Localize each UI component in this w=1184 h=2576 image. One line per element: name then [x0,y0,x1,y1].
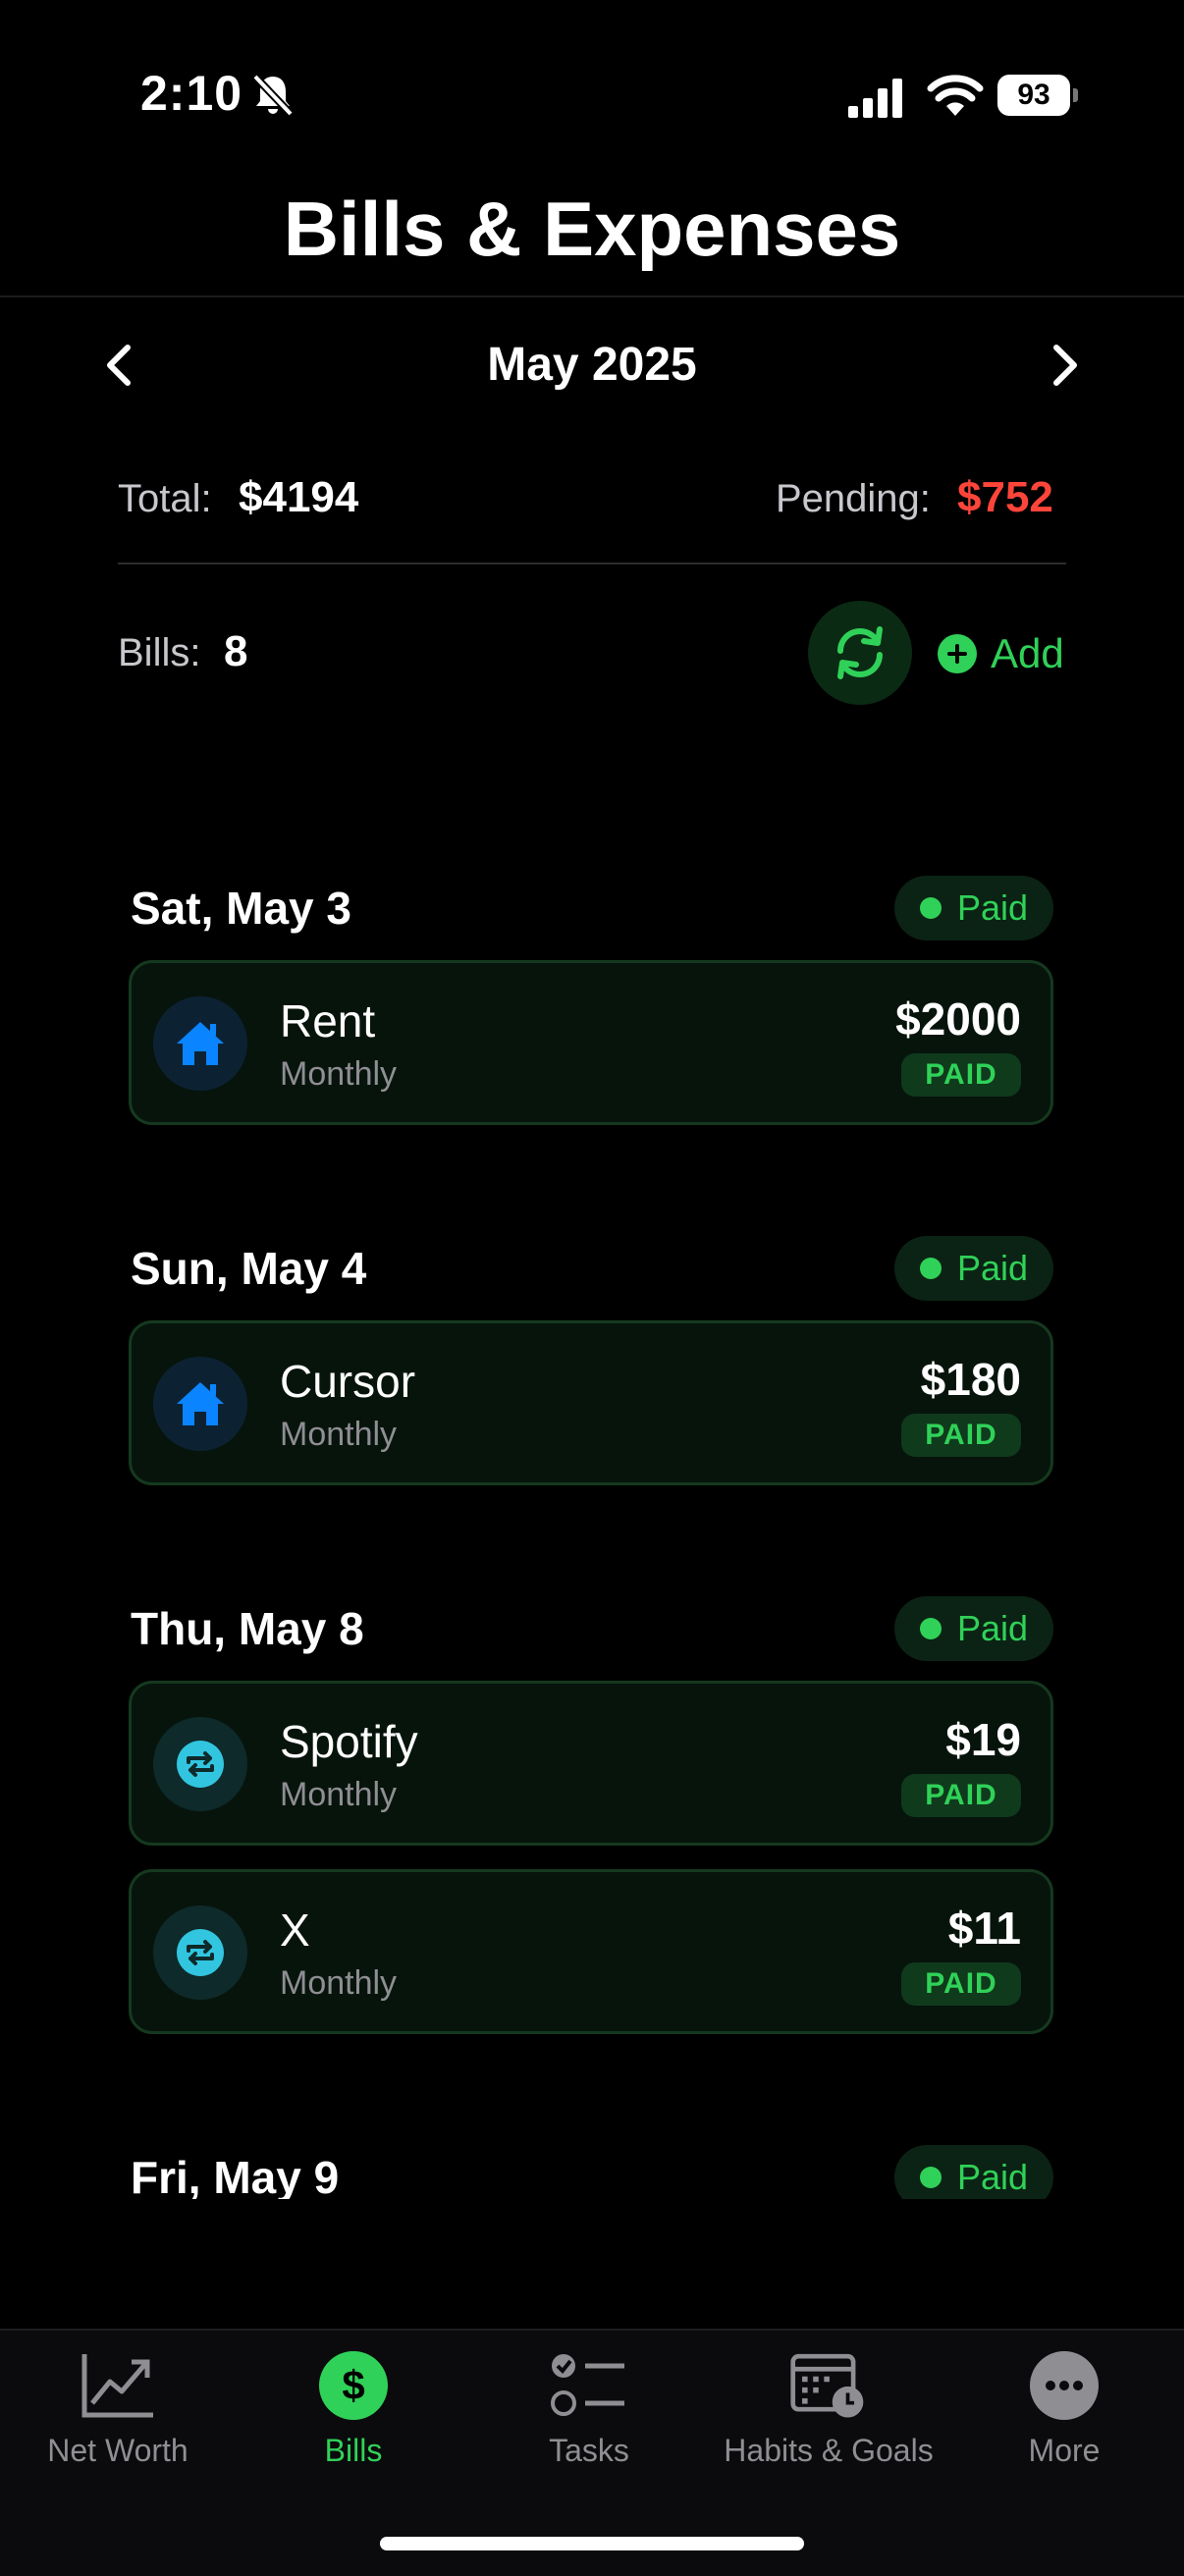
bill-name: Rent [280,995,376,1046]
paid-badge: PAID [901,1774,1021,1817]
chart-trend-icon [79,2346,157,2425]
paid-badge: PAID [901,1962,1021,2006]
status-time: 2:10 [140,66,243,121]
status-pill: Paid [894,1236,1053,1301]
home-indicator [380,2537,804,2550]
bills-count-value: 8 [224,627,248,675]
bill-frequency: Monthly [280,1416,398,1453]
checklist-icon [550,2346,628,2425]
bill-amount: $180 [920,1354,1021,1405]
tab-label: Net Worth [47,2433,188,2468]
date-header: Sun, May 4 [131,1243,367,1294]
bill-amount: $2000 [895,993,1021,1045]
date-header: Thu, May 8 [131,1603,364,1654]
pending-value: $752 [957,473,1053,521]
month-label: May 2025 [487,339,697,391]
bill-name: Cursor [280,1356,416,1407]
add-label: Add [991,630,1064,676]
chevron-left-icon[interactable] [94,338,145,393]
bill-frequency: Monthly [280,1964,398,2002]
tab-tasks[interactable]: Tasks [471,2346,707,2469]
tab-bills[interactable]: $ Bills [236,2346,471,2469]
status-pill: Paid [894,876,1053,940]
bill-card-spotify[interactable]: Spotify Monthly $19 PAID [129,1681,1053,1846]
battery-level: 93 [997,75,1070,116]
bill-card-x[interactable]: X Monthly $11 PAID [129,1869,1053,2034]
plus-circle-icon [938,634,977,673]
sync-button[interactable] [808,601,912,705]
tab-label: Habits & Goals [724,2433,934,2468]
house-icon [153,996,247,1091]
tab-label: More [1028,2433,1101,2468]
date-header: Sat, May 3 [131,883,351,934]
bill-frequency: Monthly [280,1776,398,1813]
status-pill: Paid [894,2145,1053,2199]
chevron-right-icon[interactable] [1039,338,1090,393]
tab-net-worth[interactable]: Net Worth [0,2346,236,2469]
paid-badge: PAID [901,1414,1021,1457]
pending-label: Pending: [776,477,931,520]
bills-list[interactable]: Sat, May 3 Paid Rent Monthly $2000 PAID … [0,844,1184,2199]
total-label: Total: [118,477,212,520]
battery-icon: 93 [997,75,1078,116]
bill-name: X [280,1905,310,1956]
repeat-icon [153,1905,247,2000]
cellular-signal-icon [848,79,902,118]
header-divider [0,295,1184,297]
date-header: Fri, May 9 [131,2152,340,2199]
bill-amount: $11 [947,1903,1021,1954]
ellipsis-icon [1025,2346,1103,2425]
bill-amount: $19 [945,1714,1021,1765]
repeat-icon [153,1717,247,1811]
add-bill-button[interactable]: Add [938,628,1064,679]
bill-name: Spotify [280,1716,418,1767]
bell-slash-icon [252,74,294,117]
calendar-clock-icon [789,2346,868,2425]
status-pill: Paid [894,1596,1053,1661]
dollar-icon: $ [314,2346,393,2425]
paid-badge: PAID [901,1053,1021,1097]
total-value: $4194 [239,473,359,521]
sync-icon [837,626,883,679]
bill-frequency: Monthly [280,1055,398,1093]
tab-label: Bills [324,2433,383,2468]
house-icon [153,1357,247,1451]
page-title: Bills & Expenses [283,186,901,272]
tab-label: Tasks [549,2433,629,2468]
svg-text:$: $ [342,2362,364,2408]
tab-more[interactable]: More [946,2346,1182,2469]
tab-habits-goals[interactable]: Habits & Goals [711,2346,946,2469]
wifi-icon [927,75,984,116]
summary-divider [118,563,1066,564]
bill-card-cursor[interactable]: Cursor Monthly $180 PAID [129,1320,1053,1485]
bill-card-rent[interactable]: Rent Monthly $2000 PAID [129,960,1053,1125]
bills-count-label: Bills: [118,631,201,674]
